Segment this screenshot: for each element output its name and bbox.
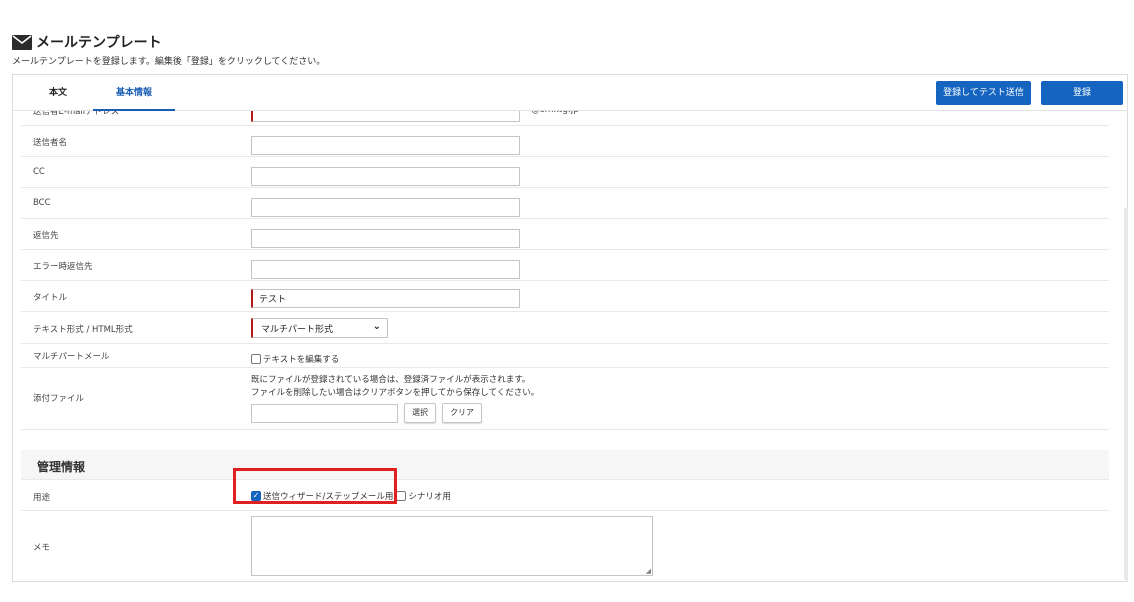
sender-name-label: 送信者名 [33, 138, 68, 148]
reply-to-label: 返信先 [33, 231, 59, 241]
form-area: 送信者E-mailアドレス @smktg.jp 送信者名 CC BCC [21, 101, 1109, 581]
page-title: メールテンプレート [36, 35, 162, 51]
highlight-annotation [233, 468, 397, 504]
edit-text-checkbox-label[interactable]: テキストを編集する [251, 353, 339, 365]
row-error-reply: エラー時返信先 [21, 250, 1109, 281]
format-label: テキスト形式 / HTML形式 [33, 325, 133, 335]
tab-bar: 本文 基本情報 登録してテスト送信 登録 [13, 75, 1127, 111]
error-reply-field-wrap [251, 256, 520, 279]
error-reply-input[interactable] [251, 259, 520, 279]
row-bcc: BCC [21, 188, 1109, 219]
bcc-field-wrap [251, 194, 520, 217]
page-description: メールテンプレートを登録します。編集後「登録」をクリックしてください。 [12, 57, 326, 67]
attachment-note-1: 既にファイルが登録されている場合は、登録済ファイルが表示されます。 [251, 375, 531, 385]
error-reply-label: エラー時返信先 [33, 262, 93, 272]
row-format: テキスト形式 / HTML形式 マルチパート形式 ⌄ [21, 312, 1109, 344]
row-multipart: マルチパートメール テキストを編集する [21, 344, 1109, 368]
reply-to-input[interactable] [251, 228, 520, 248]
tab-basic-info[interactable]: 基本情報 [93, 75, 175, 111]
save-and-test-send-button[interactable]: 登録してテスト送信 [936, 81, 1031, 105]
chevron-down-icon: ⌄ [372, 321, 381, 332]
multipart-label: マルチパートメール [33, 352, 110, 362]
resize-grip-icon[interactable]: ◢ [646, 567, 651, 575]
select-file-button[interactable]: 選択 [404, 403, 436, 423]
title-row: メールテンプレート [12, 32, 1112, 52]
cc-input[interactable] [251, 166, 520, 186]
memo-textarea[interactable]: ◢ [251, 516, 653, 576]
format-selected-value: マルチパート形式 [261, 325, 334, 335]
scrollbar[interactable] [1124, 208, 1128, 580]
bcc-input[interactable] [251, 197, 520, 217]
row-sender-name: 送信者名 [21, 126, 1109, 157]
attachment-note-2: ファイルを削除したい場合はクリアボタンを押してから保存してください。 [251, 388, 540, 398]
title-field-wrap [251, 287, 520, 308]
bcc-label: BCC [33, 198, 51, 208]
sender-name-field-wrap [251, 132, 520, 155]
edit-text-checkbox[interactable] [251, 354, 261, 364]
save-button[interactable]: 登録 [1041, 81, 1123, 105]
management-section-header: 管理情報 [21, 450, 1109, 480]
format-field-wrap: マルチパート形式 ⌄ [251, 318, 388, 338]
row-memo: メモ ◢ [21, 511, 1109, 581]
row-attachment: 添付ファイル 既にファイルが登録されている場合は、登録済ファイルが表示されます。… [21, 368, 1109, 430]
title-input[interactable] [251, 289, 520, 308]
reply-to-field-wrap [251, 225, 520, 248]
scenario-checkbox[interactable] [396, 491, 407, 501]
usage-label: 用途 [33, 493, 51, 503]
multipart-field-wrap: テキストを編集する [251, 349, 339, 368]
clear-file-button[interactable]: クリア [442, 403, 482, 423]
format-select[interactable]: マルチパート形式 ⌄ [251, 318, 388, 338]
tab-body[interactable]: 本文 [33, 75, 83, 111]
attachment-field-wrap: 既にファイルが登録されている場合は、登録済ファイルが表示されます。 ファイルを削… [251, 374, 539, 423]
row-usage: 用途 ✓ 送信ウィザード/ステップメール用 シナリオ用 [21, 480, 1109, 511]
management-section-title: 管理情報 [37, 460, 86, 474]
row-cc: CC [21, 157, 1109, 188]
scenario-checkbox-label[interactable]: シナリオ用 [396, 490, 451, 502]
cc-label: CC [33, 167, 45, 177]
memo-field-wrap: ◢ [251, 516, 653, 576]
row-title: タイトル [21, 281, 1109, 312]
scenario-checkbox-text: シナリオ用 [408, 492, 451, 502]
title-label: タイトル [33, 293, 68, 303]
attachment-controls: 選択 クリア [251, 403, 539, 423]
cc-field-wrap [251, 163, 520, 186]
sender-name-input[interactable] [251, 135, 520, 155]
attachment-file-input[interactable] [251, 403, 398, 423]
memo-label: メモ [33, 543, 51, 553]
page-header: メールテンプレート メールテンプレートを登録します。編集後「登録」をクリックして… [12, 32, 1112, 67]
envelope-icon [12, 34, 32, 50]
attachment-label: 添付ファイル [33, 394, 85, 404]
form-panel: 送信者E-mailアドレス @smktg.jp 送信者名 CC BCC [12, 74, 1128, 582]
edit-text-checkbox-text: テキストを編集する [263, 355, 340, 365]
row-reply-to: 返信先 [21, 219, 1109, 250]
